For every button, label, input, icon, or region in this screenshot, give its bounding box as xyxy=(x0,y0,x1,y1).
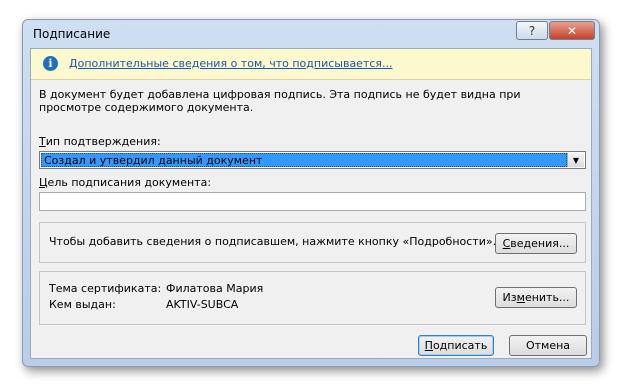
details-button-label: ведения... xyxy=(510,237,570,250)
certificate-issuer-label: Кем выдан: xyxy=(49,298,116,311)
details-button-accesskey: С xyxy=(502,237,511,250)
certificate-subject-label: Тема сертификата: xyxy=(49,282,162,295)
dialog-body: i Дополнительные сведения о том, что под… xyxy=(30,48,592,359)
signing-dialog: Подписание ? ✕ i Дополнительные сведения… xyxy=(22,19,600,367)
window-title: Подписание xyxy=(33,27,111,41)
details-button[interactable]: Сведения... xyxy=(495,233,577,254)
dropdown-arrow-button[interactable]: ▼ xyxy=(567,153,584,167)
sign-button-label: одписать xyxy=(432,339,488,352)
certificate-issuer-value: AKTIV-SUBCA xyxy=(166,298,239,311)
commitment-type-accesskey: Т xyxy=(39,135,46,148)
help-button[interactable]: ? xyxy=(516,21,548,40)
info-icon: i xyxy=(43,56,58,71)
certificate-group: Тема сертификата: Филатова Мария Кем выд… xyxy=(39,271,586,325)
certificate-subject-value: Филатова Мария xyxy=(166,282,264,295)
sign-button-accesskey: П xyxy=(424,339,433,352)
chevron-down-icon: ▼ xyxy=(572,155,580,165)
purpose-label: Цель подписания документа: xyxy=(39,176,211,189)
commitment-type-label: Тип подтверждения: xyxy=(39,135,161,148)
purpose-accesskey: Ц xyxy=(39,176,48,189)
purpose-label-text: ель подписания документа: xyxy=(47,176,212,189)
signature-description: В документ будет добавлена цифровая подп… xyxy=(39,88,521,114)
change-certificate-button[interactable]: Из м енить... xyxy=(495,287,577,308)
more-info-link[interactable]: Дополнительные сведения о том, что подпи… xyxy=(69,57,393,70)
title-bar[interactable]: Подписание ? ✕ xyxy=(23,20,599,48)
commitment-type-select[interactable]: Создал и утвердил данный документ ▼ xyxy=(39,151,586,169)
details-instruction-text: Чтобы добавить сведения о подписавшем, н… xyxy=(49,235,497,248)
change-button-label-pre: Из xyxy=(502,291,517,304)
info-bar: i Дополнительные сведения о том, что под… xyxy=(31,49,591,80)
cancel-button[interactable]: Отмена xyxy=(509,335,587,356)
change-button-label-post: енить... xyxy=(524,291,570,304)
close-button[interactable]: ✕ xyxy=(549,21,595,40)
details-group: Чтобы добавить сведения о подписавшем, н… xyxy=(39,222,586,263)
help-icon: ? xyxy=(528,23,536,38)
purpose-input[interactable] xyxy=(39,192,586,211)
close-icon: ✕ xyxy=(566,23,578,38)
change-button-accesskey: м xyxy=(516,291,525,304)
sign-button[interactable]: Подписать xyxy=(418,335,494,356)
commitment-type-value: Создал и утвердил данный документ xyxy=(41,153,567,167)
commitment-type-label-text: ип подтверждения: xyxy=(45,135,161,148)
